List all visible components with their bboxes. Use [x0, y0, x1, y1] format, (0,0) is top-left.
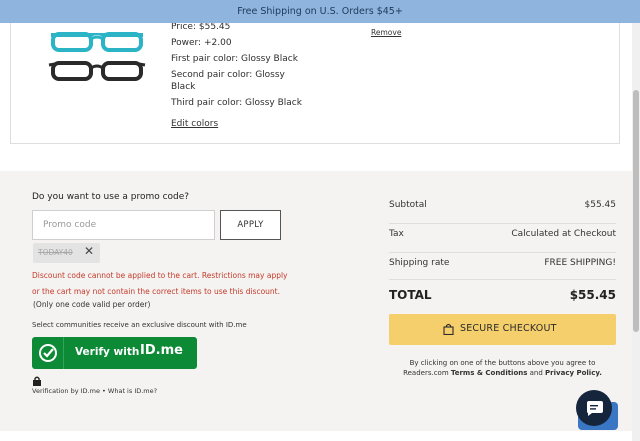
applied-code-chip: TODAY40 ✕ [33, 243, 100, 263]
total-value: $55.45 [569, 288, 616, 302]
third-color-value: Glossy Black [245, 98, 302, 108]
promo-code-input[interactable]: Promo code [32, 210, 215, 240]
scrollbar[interactable] [632, 0, 640, 441]
terms-line2-prefix: Readers.com [403, 369, 451, 377]
verify-idme-button[interactable]: Verify with ID.me [32, 337, 197, 369]
promo-error-line2: or the cart may not contain the correct … [32, 286, 281, 296]
scrollbar-thumb[interactable] [633, 90, 639, 332]
close-icon[interactable]: ✕ [84, 244, 94, 258]
verify-label: Verify with [75, 346, 140, 358]
idme-logo: ID.me [140, 343, 183, 358]
product-details: Price: $55.45 Power: +2.00 First pair co… [171, 21, 346, 109]
page-bottom [0, 431, 632, 441]
promo-note: (Only one code valid per order) [33, 300, 151, 309]
divider [389, 279, 616, 280]
apply-button[interactable]: APPLY [220, 210, 281, 240]
first-color-label: First pair color: [171, 54, 239, 64]
promo-error-line1: Discount code cannot be applied to the c… [32, 271, 288, 280]
tax-label: Tax [389, 229, 404, 239]
subtotal-label: Subtotal [389, 200, 427, 210]
promo-error: Discount code cannot be applied to the c… [32, 268, 322, 299]
secure-checkout-button[interactable]: SECURE CHECKOUT [389, 314, 616, 345]
shipping-banner: Free Shipping on U.S. Orders $45+ [0, 0, 640, 23]
price-value: $55.45 [198, 22, 231, 32]
applied-code: TODAY40 [38, 248, 73, 257]
terms-link[interactable]: Terms & Conditions [451, 369, 528, 377]
subtotal-value: $55.45 [584, 200, 617, 210]
first-color-value: Glossy Black [241, 54, 298, 64]
idme-description: Select communities receive an exclusive … [32, 321, 247, 329]
edit-colors-link[interactable]: Edit colors [171, 119, 218, 129]
total-label: TOTAL [389, 288, 432, 302]
chat-button[interactable] [576, 390, 612, 426]
product-image [48, 32, 146, 81]
power-value: +2.00 [203, 38, 232, 48]
third-color-label: Third pair color: [171, 98, 243, 108]
terms-and: and [527, 369, 546, 377]
remove-link[interactable]: Remove [371, 28, 401, 37]
check-circle-icon [32, 337, 64, 369]
shopping-bag-icon [443, 323, 454, 335]
terms-line1: By clicking on one of the buttons above … [409, 359, 596, 367]
promo-title: Do you want to use a promo code? [32, 192, 190, 202]
idme-footer[interactable]: Verification by ID.me • What is ID.me? [32, 387, 157, 395]
power-label: Power: [171, 38, 202, 48]
shipping-row: Shipping rate FREE SHIPPING! [389, 254, 616, 282]
shipping-value: FREE SHIPPING! [544, 258, 616, 268]
checkout-label: SECURE CHECKOUT [460, 323, 557, 334]
chat-bubble-icon [587, 401, 603, 416]
subtotal-row: Subtotal $55.45 [389, 196, 616, 224]
tax-value: Calculated at Checkout [511, 229, 616, 239]
second-color-label: Second pair color: [171, 70, 253, 80]
terms-note: By clicking on one of the buttons above … [389, 358, 616, 378]
shipping-label: Shipping rate [389, 258, 450, 268]
lock-icon [33, 376, 41, 386]
cart-item-section: Price: $55.45 Power: +2.00 First pair co… [0, 0, 640, 171]
tax-row: Tax Calculated at Checkout [389, 225, 616, 253]
privacy-link[interactable]: Privacy Policy. [545, 369, 602, 377]
price-label: Price: [171, 22, 196, 32]
